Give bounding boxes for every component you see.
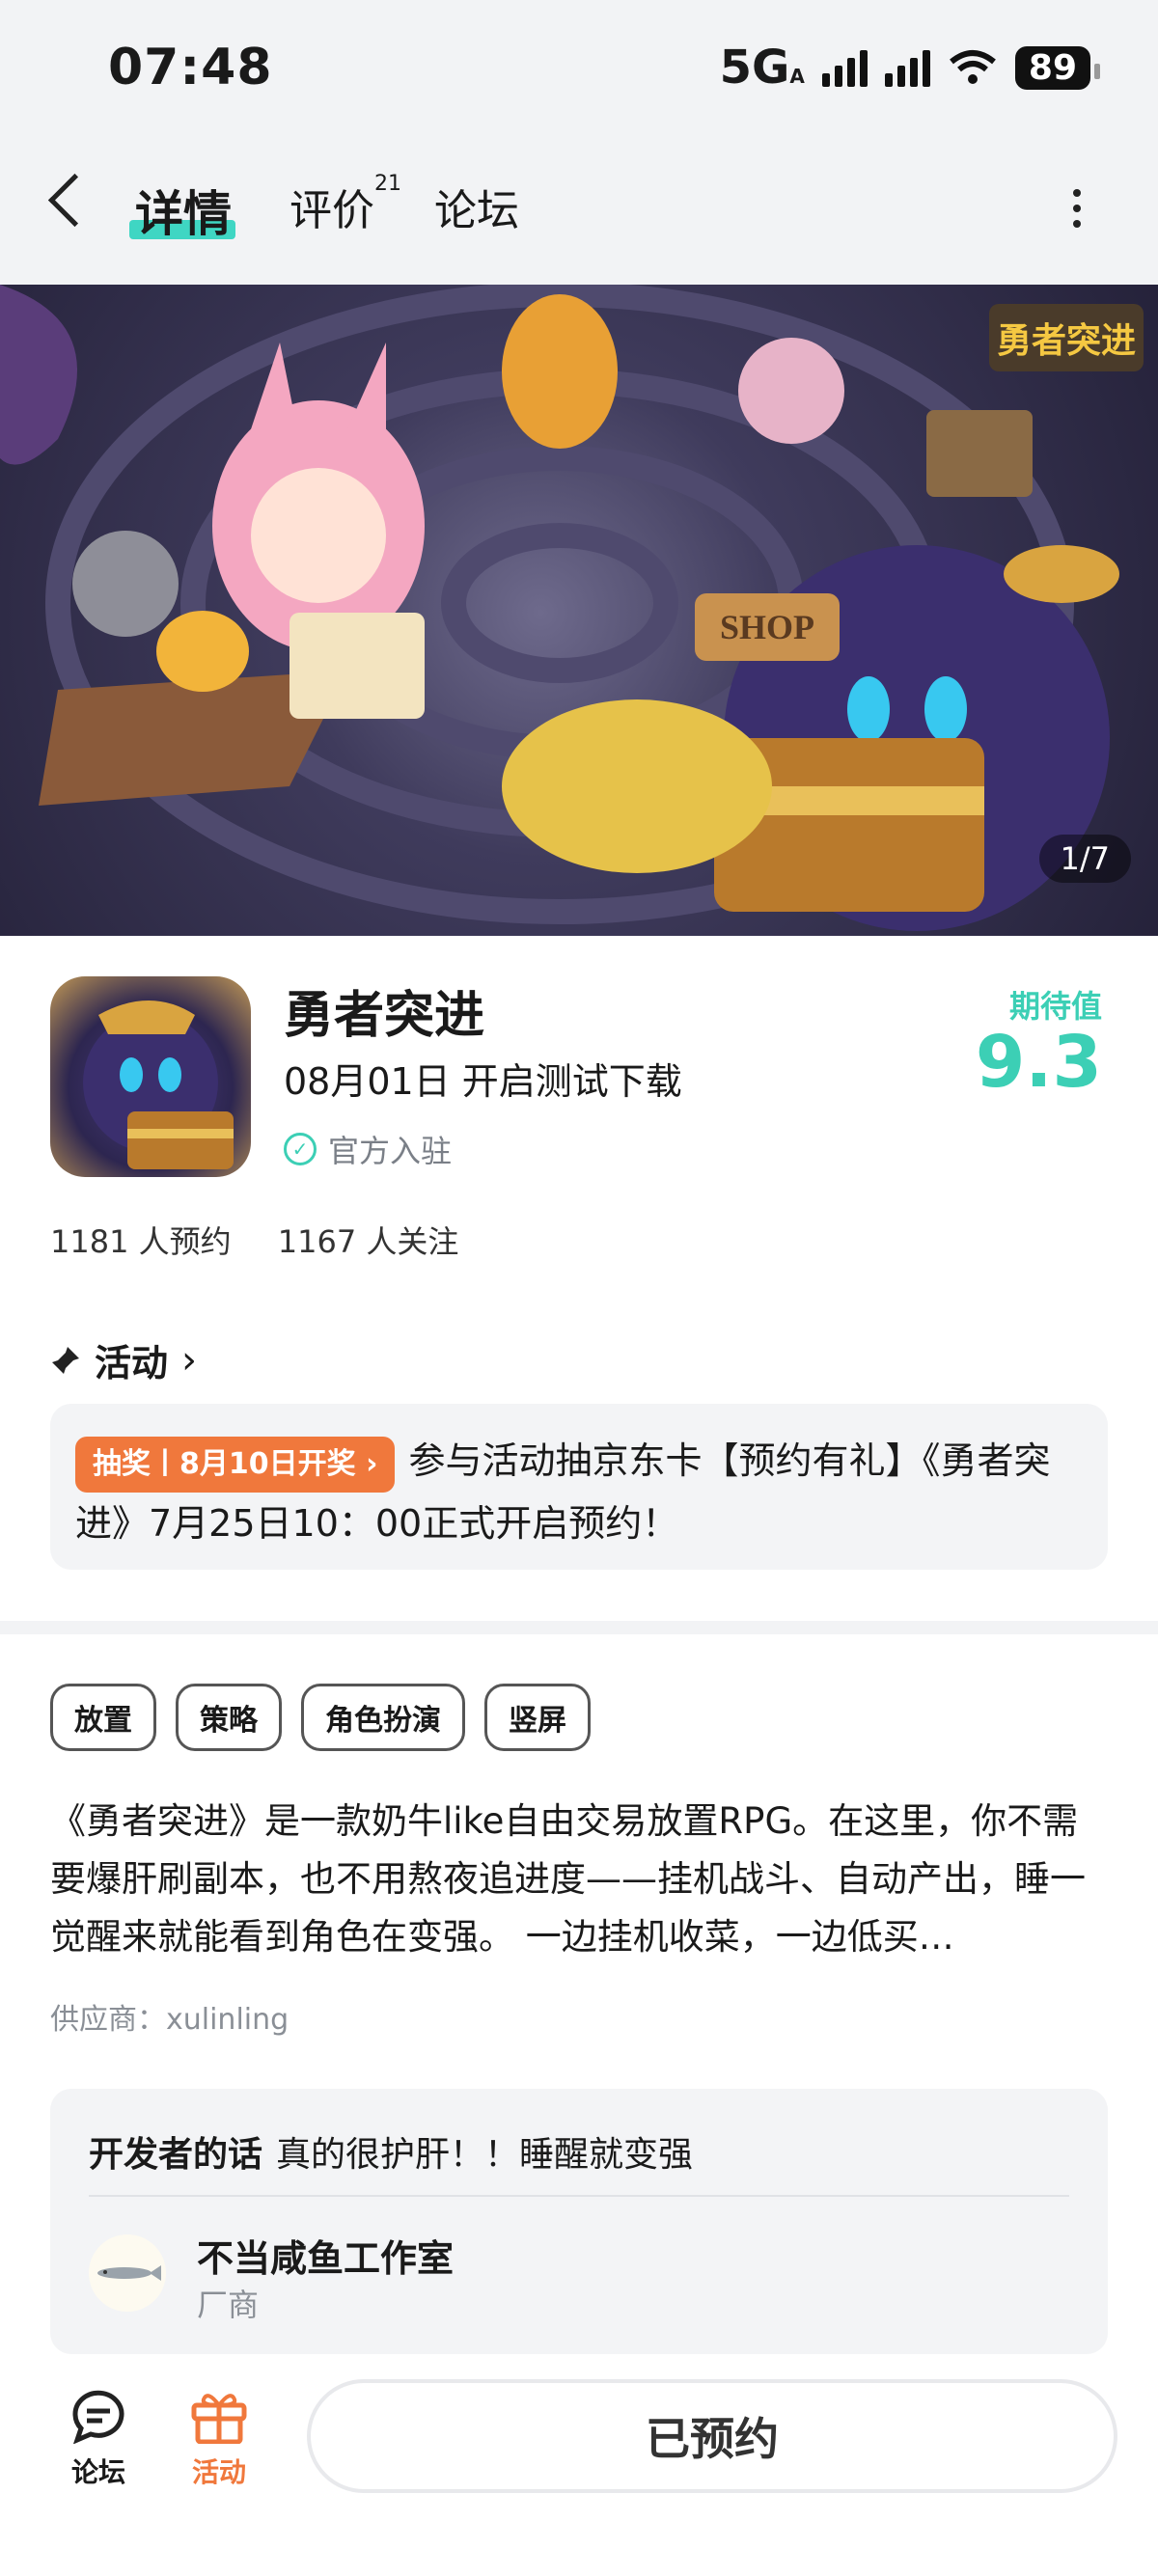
pin-icon — [52, 1346, 79, 1374]
activity-label: 活动 — [191, 2456, 246, 2488]
game-stats: 1181 人预约 1167 人关注 — [50, 1218, 495, 1262]
tab-forum[interactable]: 论坛 — [434, 176, 519, 237]
bottom-activity-button[interactable]: 活动 — [176, 2388, 262, 2490]
more-icon[interactable] — [1073, 189, 1081, 235]
activity-header[interactable]: 活动 › — [50, 1333, 197, 1386]
tab-reviews[interactable]: 评价21 — [290, 172, 401, 237]
banner-image[interactable]: SHOP 勇者突进 — [0, 285, 1158, 936]
status-time: 07:48 — [108, 39, 273, 96]
developer-name[interactable]: 不当咸鱼工作室 — [197, 2229, 454, 2282]
tab-details[interactable]: 详情 — [135, 176, 232, 245]
developer-words: 开发者的话 真的很护肝！！睡醒就变强 — [89, 2135, 694, 2175]
network-indicator: 5GA — [719, 41, 805, 95]
tag-list: 放置 策略 角色扮演 竖屏 — [50, 1684, 591, 1751]
section-divider — [0, 1621, 1158, 1634]
tag-rpg[interactable]: 角色扮演 — [301, 1684, 465, 1751]
status-icons: 5GA 89 — [719, 41, 1101, 95]
svg-text:勇者突进: 勇者突进 — [997, 321, 1136, 361]
developer-avatar[interactable] — [89, 2234, 166, 2312]
tag-portrait[interactable]: 竖屏 — [484, 1684, 591, 1751]
game-title: 勇者突进 — [284, 987, 485, 1045]
expectation-score: 9.3 — [975, 1021, 1102, 1104]
gift-icon — [191, 2394, 247, 2445]
fish-icon — [97, 2265, 161, 2281]
game-description[interactable]: 《勇者突进》是一款奶牛like自由交易放置RPG。在这里，你不需要爆肝刷副本，也… — [50, 1793, 1112, 1966]
check-icon: ✓ — [284, 1133, 317, 1165]
activity-text[interactable]: 抽奖丨8月10日开奖 › 参与活动抽京东卡【预约有礼】《勇者突进》7月25日10：… — [75, 1430, 1089, 1554]
supplier-info: 供应商：xulinling — [50, 2003, 290, 2037]
signal-icon — [821, 48, 868, 87]
svg-text:SHOP: SHOP — [720, 608, 814, 646]
tag-idle[interactable]: 放置 — [50, 1684, 156, 1751]
official-badge: ✓ 官方入驻 — [284, 1127, 452, 1171]
chevron-right-icon: › — [181, 1337, 198, 1383]
image-counter: 1/7 — [1038, 835, 1131, 883]
forum-icon — [72, 2390, 124, 2445]
reserved-button[interactable]: 已预约 — [307, 2379, 1117, 2493]
forum-label: 论坛 — [70, 2456, 125, 2488]
app-icon — [50, 976, 251, 1177]
battery-indicator: 89 — [1014, 45, 1101, 90]
follower-count: 1167 人关注 — [277, 1223, 459, 1260]
reservation-count: 1181 人预约 — [50, 1223, 232, 1260]
developer-divider — [89, 2195, 1069, 2197]
test-date: 08月01日 开启测试下载 — [284, 1060, 682, 1103]
lottery-badge: 抽奖丨8月10日开奖 › — [75, 1437, 396, 1493]
signal-icon-2 — [884, 48, 930, 87]
developer-role: 厂商 — [197, 2287, 260, 2323]
bottom-forum-button[interactable]: 论坛 — [60, 2388, 137, 2490]
banner-illustration: SHOP 勇者突进 — [0, 285, 1144, 931]
tag-strategy[interactable]: 策略 — [176, 1684, 282, 1751]
review-count: 21 — [374, 172, 401, 197]
wifi-icon — [949, 50, 996, 84]
